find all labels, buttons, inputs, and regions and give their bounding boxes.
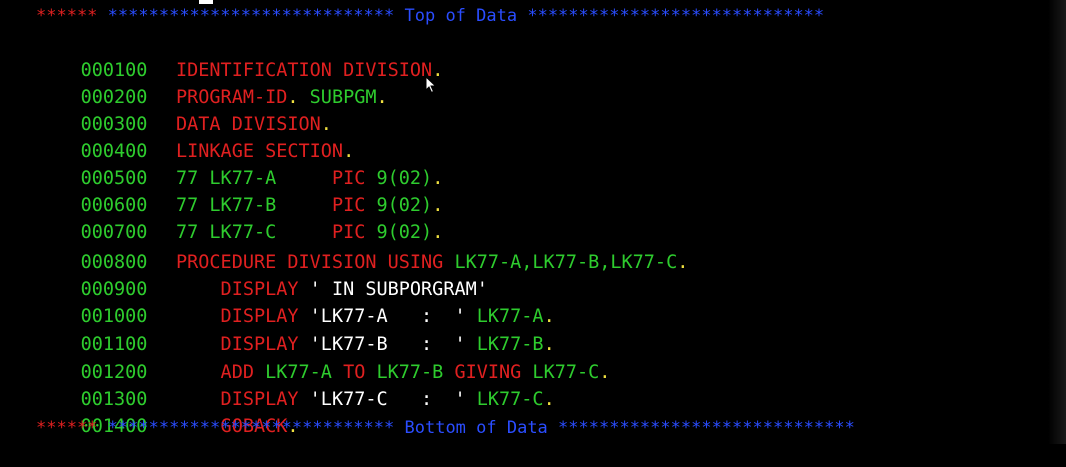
- identifier: 77 LK77-A: [176, 168, 332, 189]
- identifier: LK77-C: [465, 389, 544, 410]
- identifier: SUBPGM: [298, 87, 377, 108]
- period: .: [599, 362, 611, 383]
- bottom-of-data-marker: ****** **************************** Bott…: [36, 416, 855, 440]
- code-line-000900[interactable]: 000900 DISPLAY ' IN SUBPORGRAM': [36, 249, 488, 300]
- identifier: 9(02): [365, 195, 433, 216]
- identifier: LK77-A: [465, 306, 544, 327]
- period: .: [677, 252, 689, 273]
- code-line-000200[interactable]: 000200 PROGRAM-ID. SUBPGM.: [36, 57, 388, 108]
- period: .: [432, 168, 444, 189]
- identifier: LK77-B: [465, 334, 544, 355]
- code-line-001200[interactable]: 001200 ADD LK77-A TO LK77-B GIVING LK77-…: [36, 332, 611, 383]
- identifier: LK77-B: [365, 362, 444, 383]
- code-line-001300[interactable]: 001300 DISPLAY 'LK77-C : ' LK77-C.: [36, 359, 555, 410]
- marker-stars-left: ****************************: [107, 6, 395, 26]
- code-line-000600[interactable]: 000600 77 LK77-B PIC 9(02).: [36, 165, 444, 216]
- identifier: LK77-A,LK77-B,LK77-C: [443, 252, 678, 273]
- keyword: DISPLAY: [176, 389, 299, 410]
- code-line-001000[interactable]: 001000 DISPLAY 'LK77-A : ' LK77-A.: [36, 276, 555, 327]
- keyword: GIVING: [443, 362, 522, 383]
- window-edge: [1048, 0, 1066, 444]
- period: .: [543, 389, 555, 410]
- code-line-000500[interactable]: 000500 77 LK77-A PIC 9(02).: [36, 138, 444, 189]
- mouse-pointer-icon: [425, 76, 437, 94]
- marker-label: Top of Data: [404, 6, 518, 26]
- code-line-001400[interactable]: 001400 GOBACK.: [36, 386, 299, 437]
- keyword: PROGRAM-ID: [176, 87, 288, 108]
- marker-stars-left: ****************************: [107, 418, 395, 438]
- code-line-000400[interactable]: 000400 LINKAGE SECTION.: [36, 111, 355, 162]
- keyword: PIC: [331, 195, 366, 216]
- period: .: [287, 87, 299, 108]
- identifier: 9(02): [365, 168, 433, 189]
- code-line-000300[interactable]: 000300 DATA DIVISION.: [36, 84, 332, 135]
- identifier: 77 LK77-B: [176, 195, 332, 216]
- code-line-000800[interactable]: 000800 PROCEDURE DIVISION USING LK77-A,LK…: [36, 222, 689, 273]
- string-literal: 'LK77-B : ': [298, 334, 466, 355]
- keyword: PIC: [331, 222, 366, 243]
- terminal-screen[interactable]: ****** **************************** Top …: [0, 0, 1066, 444]
- keyword: DISPLAY: [176, 306, 299, 327]
- keyword: IDENTIFICATION DIVISION: [176, 60, 433, 81]
- code-line-000700[interactable]: 000700 77 LK77-C PIC 9(02).: [36, 192, 444, 243]
- marker-prefix: ******: [36, 6, 98, 26]
- marker-stars-right: *****************************: [558, 418, 855, 438]
- string-literal: 'LK77-C : ': [298, 389, 466, 410]
- period: .: [432, 222, 444, 243]
- string-literal: 'LK77-A : ': [298, 306, 466, 327]
- identifier: 77 LK77-C: [176, 222, 332, 243]
- marker-stars-right: *****************************: [527, 6, 825, 26]
- identifier: LK77-A: [253, 362, 332, 383]
- keyword: LINKAGE SECTION: [176, 141, 344, 162]
- period: .: [543, 334, 555, 355]
- period: .: [343, 141, 355, 162]
- marker-label: Bottom of Data: [404, 418, 548, 438]
- top-of-data-marker: ****** **************************** Top …: [36, 4, 824, 28]
- keyword: DATA DIVISION: [176, 114, 321, 135]
- marker-prefix: ******: [36, 418, 98, 438]
- code-line-001100[interactable]: 001100 DISPLAY 'LK77-B : ' LK77-B.: [36, 304, 555, 355]
- period: .: [320, 114, 332, 135]
- string-literal: ' IN SUBPORGRAM': [298, 279, 488, 300]
- identifier: 9(02): [365, 222, 433, 243]
- keyword: PROCEDURE DIVISION USING: [176, 252, 444, 273]
- keyword: PIC: [331, 168, 366, 189]
- keyword: DISPLAY: [176, 334, 299, 355]
- keyword: TO: [331, 362, 366, 383]
- keyword: ADD: [176, 362, 254, 383]
- keyword: DISPLAY: [176, 279, 299, 300]
- identifier: LK77-C: [521, 362, 600, 383]
- period: .: [432, 195, 444, 216]
- period: .: [543, 306, 555, 327]
- period: .: [376, 87, 388, 108]
- code-line-000100[interactable]: 000100 IDENTIFICATION DIVISION.: [36, 30, 444, 81]
